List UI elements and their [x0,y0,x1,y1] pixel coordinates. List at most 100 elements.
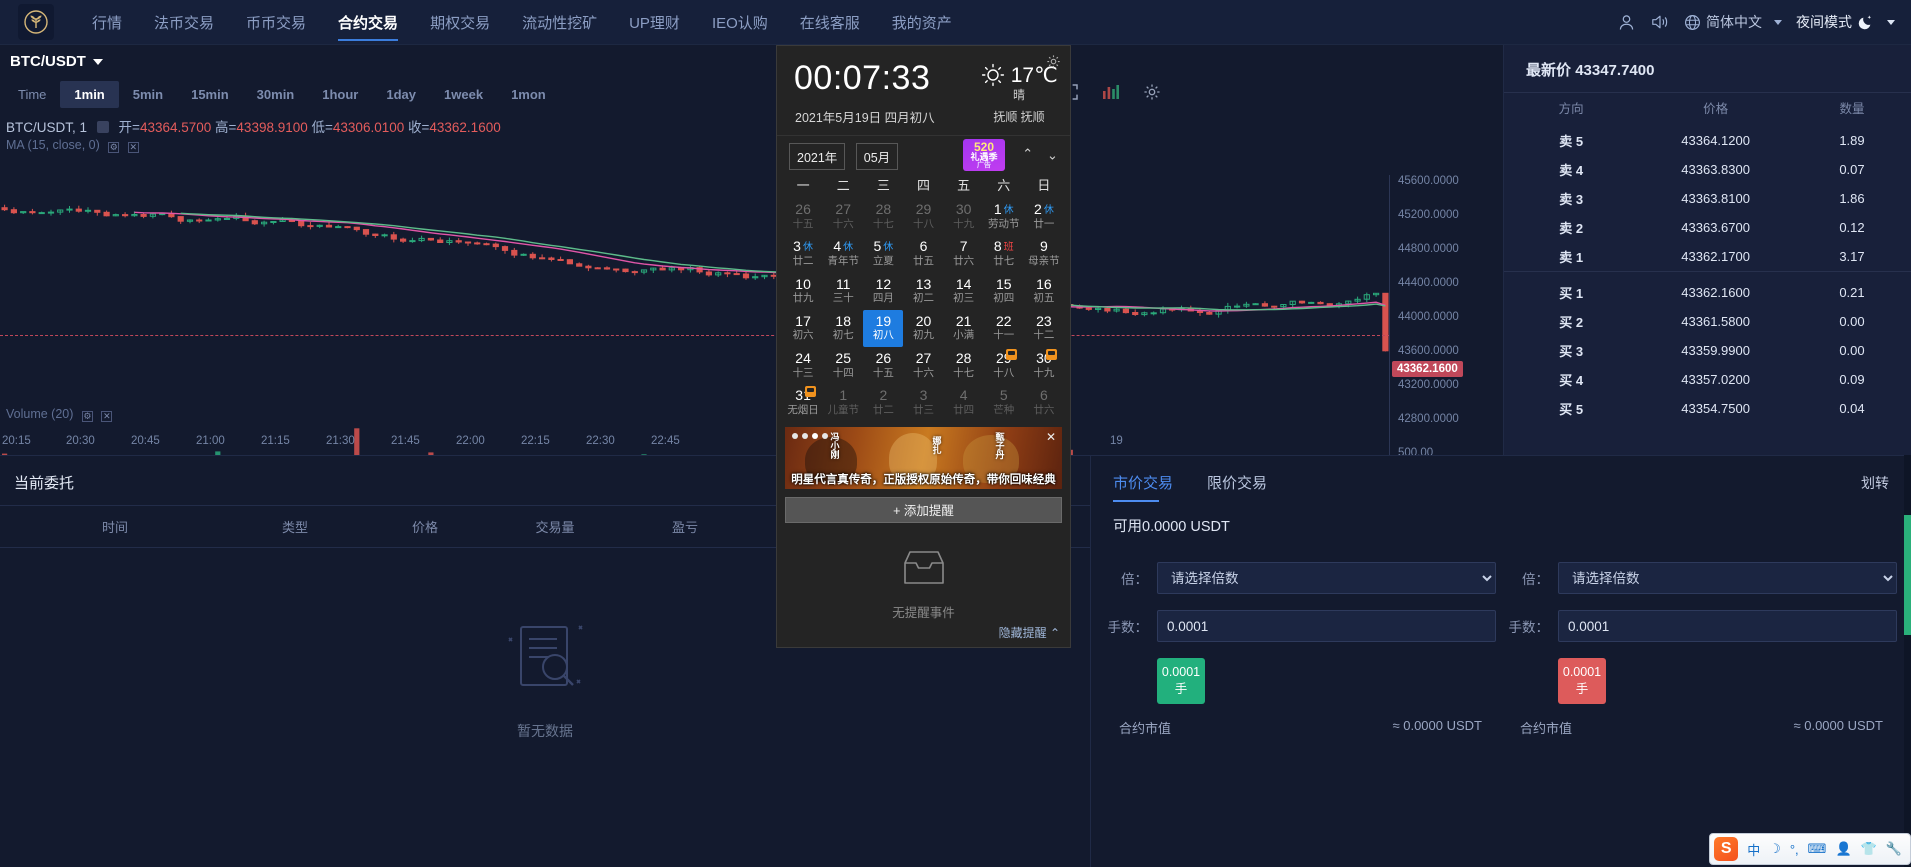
sell-lots-input[interactable] [1558,610,1897,642]
price-chart[interactable] [0,187,1390,402]
timeframe-30min[interactable]: 30min [243,81,309,108]
calendar-day[interactable]: 22十一 [984,310,1024,347]
calendar-day[interactable]: 3廿三 [903,384,943,421]
sound-button[interactable] [1650,13,1670,31]
sell-submit-button[interactable]: 0.0001 手 [1558,658,1606,704]
nav-item-contract-trade[interactable]: 合约交易 [322,0,414,45]
calendar-day[interactable]: 17初六 [783,310,823,347]
calendar-day[interactable]: 19初八 [863,310,903,347]
calendar-day[interactable]: 8班廿七 [984,235,1024,272]
calendar-day[interactable]: 27十六 [823,198,863,235]
buy-submit-button[interactable]: 0.0001 手 [1157,658,1205,704]
table-row[interactable]: 买 4 43357.0200 0.09 [1504,365,1911,394]
chevron-up-icon[interactable]: ⌃ [1022,146,1033,162]
carousel-dots[interactable] [792,433,828,439]
vertical-scrollbar[interactable] [1904,455,1911,867]
calendar-day[interactable]: 16初五 [1024,273,1064,310]
ma-close-icon[interactable]: ✕ [128,142,139,153]
calendar-day[interactable]: 2休廿一 [1024,198,1064,235]
timeframe-1week[interactable]: 1week [430,81,497,108]
timeframe-15min[interactable]: 15min [177,81,243,108]
timeframe-1mon[interactable]: 1mon [497,81,560,108]
table-row[interactable]: 卖 5 43364.1200 1.89 [1504,126,1911,155]
settings-gear-icon[interactable] [1143,83,1161,106]
calendar-day[interactable]: 26十五 [863,347,903,384]
nav-item-liquidity-mining[interactable]: 流动性挖矿 [506,0,613,45]
nav-item-coin-trade[interactable]: 币币交易 [230,0,322,45]
calendar-day[interactable]: 4廿四 [944,384,984,421]
calendar-day[interactable]: 28十七 [863,198,903,235]
wrench-icon[interactable]: 🔧 [1886,841,1902,857]
chevron-down-icon[interactable]: ⌃ [1047,146,1058,162]
calendar-day[interactable]: 9母亲节 [1024,235,1064,272]
nav-item-my-assets[interactable]: 我的资产 [876,0,968,45]
timeframe-5min[interactable]: 5min [119,81,177,108]
promo-banner[interactable]: 冯小刚 娜扎 甄子丹 明星代言真传奇，正版授权原始传奇，带你回味经典 ✕ [785,427,1062,489]
hide-reminder-button[interactable]: 隐藏提醒 ⌃ [999,624,1060,641]
calendar-day[interactable]: 5芒种 [984,384,1024,421]
calendar-day[interactable]: 20初九 [903,310,943,347]
volume-close-icon[interactable]: ✕ [101,411,112,422]
table-row[interactable]: 买 1 43362.1600 0.21 [1504,278,1911,307]
month-selector[interactable]: 05月 [856,143,898,170]
calendar-day[interactable]: 28十七 [944,347,984,384]
close-icon[interactable]: ✕ [1046,431,1056,443]
calendar-day[interactable]: 11三十 [823,273,863,310]
language-selector[interactable]: 简体中文 [1684,12,1782,32]
pair-selector[interactable]: BTC/USDT [10,53,103,70]
calendar-day[interactable]: 13初二 [903,273,943,310]
table-row[interactable]: 买 5 43354.7500 0.04 [1504,394,1911,423]
calendar-day[interactable]: 10廿九 [783,273,823,310]
timeframe-time[interactable]: Time [4,81,60,108]
calendar-day[interactable]: 1儿童节 [823,384,863,421]
ime-language-toggle[interactable]: 中 [1747,840,1760,859]
calendar-day[interactable]: 27十六 [903,347,943,384]
tab-market-order[interactable]: 市价交易 [1113,472,1173,502]
timeframe-1hour[interactable]: 1hour [308,81,372,108]
indicator-icon[interactable] [1101,83,1121,106]
ad-badge[interactable]: 520 礼遇季 广告 [963,139,1005,171]
calendar-day[interactable]: 3休廿二 [783,235,823,272]
calendar-day[interactable]: 21小满 [944,310,984,347]
calendar-day[interactable]: 2廿二 [863,384,903,421]
volume-settings-icon[interactable]: ⚙ [82,411,93,422]
punctuation-icon[interactable]: °, [1790,842,1799,857]
calendar-day[interactable]: 29十八 [903,198,943,235]
tab-limit-order[interactable]: 限价交易 [1207,472,1267,502]
buy-multiplier-select[interactable]: 请选择倍数 [1157,562,1496,594]
calendar-day[interactable]: 30十九 [1024,347,1064,384]
calendar-day[interactable]: 26十五 [783,198,823,235]
calendar-day[interactable]: 23十二 [1024,310,1064,347]
theme-toggle[interactable]: 夜间模式 [1796,12,1895,32]
gear-icon[interactable] [97,121,109,133]
sogou-logo-icon[interactable]: S [1714,837,1738,861]
calendar-day[interactable]: 29十八 [984,347,1024,384]
calendar-day[interactable]: 31无烟日 [783,384,823,421]
add-reminder-button[interactable]: + 添加提醒 [785,497,1062,523]
scrollbar-thumb[interactable] [1904,515,1911,635]
table-row[interactable]: 买 2 43361.5800 0.00 [1504,307,1911,336]
calendar-day[interactable]: 24十三 [783,347,823,384]
calendar-day[interactable]: 25十四 [823,347,863,384]
keyboard-icon[interactable]: ⌨ [1808,841,1827,857]
year-selector[interactable]: 2021年 [789,143,845,170]
calendar-day[interactable]: 18初七 [823,310,863,347]
gear-icon[interactable] [1046,54,1061,74]
shirt-icon[interactable]: 👕 [1861,841,1877,857]
moon-icon[interactable]: ☽ [1769,841,1781,857]
calendar-day[interactable]: 4休青年节 [823,235,863,272]
buy-lots-input[interactable] [1157,610,1496,642]
nav-item-up-finance[interactable]: UP理财 [613,0,696,45]
nav-item-option-trade[interactable]: 期权交易 [414,0,506,45]
timeframe-1day[interactable]: 1day [372,81,430,108]
calendar-day[interactable]: 6廿五 [903,235,943,272]
nav-item-support[interactable]: 在线客服 [784,0,876,45]
timeframe-1min[interactable]: 1min [60,81,118,108]
table-row[interactable]: 卖 3 43363.8100 1.86 [1504,184,1911,213]
table-row[interactable]: 卖 2 43363.6700 0.12 [1504,213,1911,242]
table-row[interactable]: 买 3 43359.9900 0.00 [1504,336,1911,365]
calendar-day[interactable]: 12四月 [863,273,903,310]
nav-item-market[interactable]: 行情 [76,0,138,45]
calendar-day[interactable]: 7廿六 [944,235,984,272]
table-row[interactable]: 卖 1 43362.1700 3.17 [1504,242,1911,272]
